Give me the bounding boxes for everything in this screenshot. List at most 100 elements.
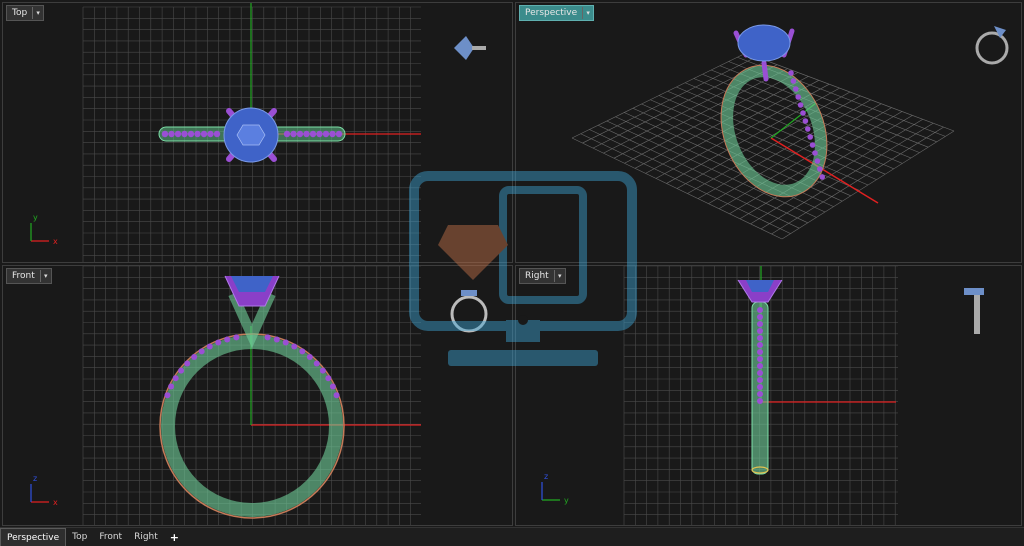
- gem-table: [236, 124, 266, 146]
- axis-indicator: [30, 223, 49, 242]
- pave-stone: [757, 391, 763, 397]
- pave-stone: [191, 354, 198, 361]
- add-tab-button[interactable]: +: [164, 528, 185, 546]
- chevron-down-icon[interactable]: ▾: [582, 7, 593, 19]
- chevron-down-icon[interactable]: ▾: [32, 7, 43, 19]
- pave-stone: [757, 398, 763, 404]
- pave-stone: [296, 130, 304, 138]
- pave-stone: [812, 150, 818, 156]
- pave-stone: [213, 130, 221, 138]
- viewport-right[interactable]: Right ▾ y z: [515, 265, 1022, 526]
- view-cube-icon: [454, 36, 486, 60]
- pave-stone: [299, 348, 306, 355]
- viewport-label-text: Front: [12, 271, 35, 281]
- top-view-canvas: x y: [30, 3, 486, 262]
- pave-stone: [757, 377, 763, 383]
- pave-stone: [757, 370, 763, 376]
- pave-stone: [819, 174, 825, 180]
- pave-stone: [319, 367, 326, 374]
- axis-indicator: [30, 484, 49, 503]
- axis-indicator: [541, 482, 560, 501]
- pave-stone: [807, 134, 813, 140]
- pave-stone: [172, 375, 179, 382]
- center-gem: [737, 24, 791, 62]
- pave-stone: [194, 130, 201, 138]
- pave-stone: [200, 130, 208, 138]
- viewport-perspective[interactable]: Perspective ▾: [515, 2, 1022, 263]
- pave-stone: [757, 328, 763, 334]
- viewport-front[interactable]: Front ▾ x z: [2, 265, 513, 526]
- pave-stone: [273, 336, 280, 343]
- pave-stone: [325, 375, 332, 382]
- pave-stone: [161, 130, 169, 138]
- pave-stone: [757, 335, 763, 341]
- pave-stone: [757, 384, 763, 390]
- viewport-label-text: Right: [525, 271, 549, 281]
- axis-z-label: z: [544, 472, 548, 481]
- pave-stone: [164, 392, 171, 399]
- pave-stone: [793, 86, 799, 92]
- view-cube-icon: [964, 288, 984, 334]
- front-view-canvas: x z: [30, 266, 488, 525]
- axis-y-label: y: [564, 496, 569, 505]
- pave-stone: [795, 94, 801, 100]
- pave-stone: [168, 130, 175, 138]
- chevron-down-icon[interactable]: ▾: [553, 270, 565, 282]
- viewport-label-front[interactable]: Front ▾: [6, 268, 52, 284]
- pave-stone: [757, 307, 763, 313]
- axis-y-label: y: [33, 213, 38, 222]
- pave-stone: [802, 118, 809, 124]
- pave-stone: [233, 334, 240, 341]
- view-cube-icon: [450, 290, 488, 333]
- pave-stone: [817, 166, 823, 172]
- pave-stone: [333, 392, 340, 399]
- pave-stone: [303, 130, 310, 138]
- chevron-down-icon[interactable]: ▾: [39, 270, 51, 282]
- viewport-label-text: Top: [12, 8, 28, 18]
- pave-stone: [800, 110, 806, 116]
- pave-stone: [306, 354, 313, 361]
- pave-stone: [757, 342, 763, 348]
- viewport-label-text: Perspective: [525, 8, 578, 18]
- pave-stone: [757, 349, 763, 355]
- pave-stone: [757, 314, 763, 320]
- pave-stone: [178, 367, 185, 374]
- view-cube-icon: [975, 26, 1009, 65]
- pave-stone: [790, 78, 797, 84]
- pave-stone: [788, 70, 794, 76]
- pave-stone: [335, 130, 343, 138]
- pave-stone: [797, 102, 804, 108]
- axis-x-label: x: [53, 498, 58, 507]
- perspective-view-canvas: [571, 24, 1009, 240]
- axis-x-label: x: [53, 237, 58, 246]
- tab-front[interactable]: Front: [93, 528, 128, 546]
- pave-stone: [757, 356, 763, 362]
- pave-stone: [224, 336, 231, 343]
- pave-stone: [322, 130, 330, 138]
- pave-stone: [805, 126, 811, 132]
- viewport-top[interactable]: Top ▾ x y: [2, 2, 513, 263]
- right-view-canvas: y z: [541, 266, 984, 525]
- pave-stone: [215, 339, 222, 346]
- pave-stone: [207, 130, 214, 138]
- tab-perspective[interactable]: Perspective: [0, 528, 67, 546]
- pave-stone: [309, 130, 317, 138]
- pave-stone: [329, 383, 336, 390]
- pave-stone: [329, 130, 336, 138]
- tab-top[interactable]: Top: [66, 528, 93, 546]
- pave-stone: [809, 142, 816, 148]
- tab-right[interactable]: Right: [128, 528, 164, 546]
- pave-stone: [198, 348, 205, 355]
- viewport-label-perspective[interactable]: Perspective ▾: [519, 5, 595, 21]
- pave-stone: [814, 158, 821, 164]
- pave-stone: [181, 130, 188, 138]
- pave-stone: [187, 130, 195, 138]
- perspective-grid: [571, 52, 955, 240]
- viewport-tab-bar: Perspective Top Front Right +: [0, 527, 1024, 546]
- viewport-label-right[interactable]: Right ▾: [519, 268, 566, 284]
- ring-band: [161, 335, 343, 517]
- viewport-label-top[interactable]: Top ▾: [6, 5, 45, 21]
- pave-stone: [757, 363, 763, 369]
- pave-stone: [291, 343, 298, 350]
- axis-z-label: z: [33, 474, 37, 483]
